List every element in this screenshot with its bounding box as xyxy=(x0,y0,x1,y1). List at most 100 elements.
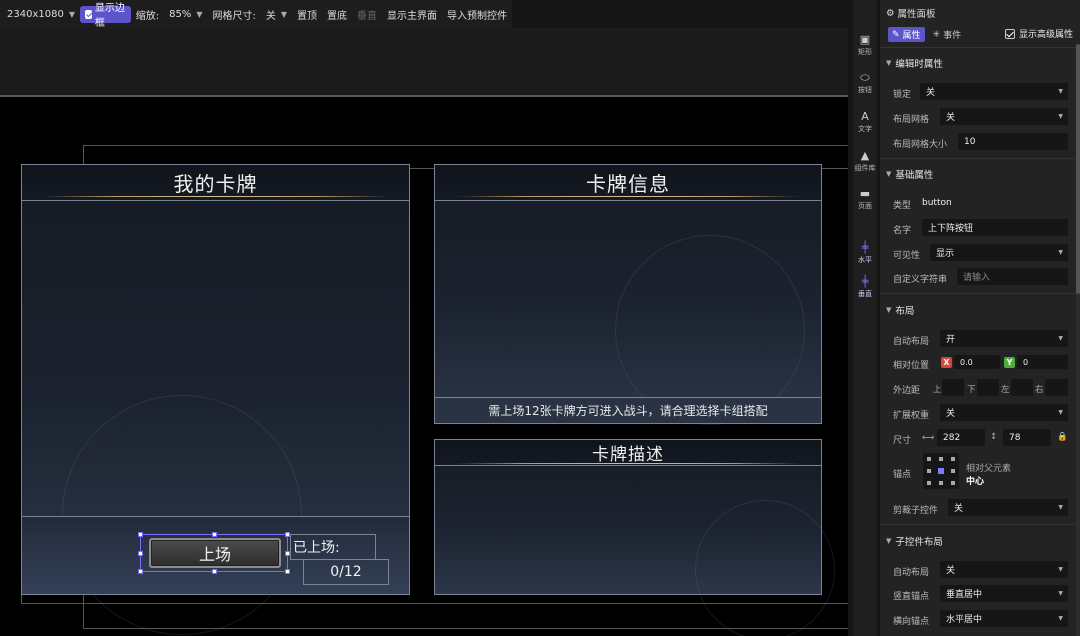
visibility-select[interactable]: 显示 xyxy=(930,244,1068,261)
clip-children-value: 关 xyxy=(954,504,964,514)
gold-divider xyxy=(42,196,389,197)
tab-properties[interactable]: ✎ 属性 xyxy=(888,27,925,42)
anchor-dot[interactable] xyxy=(951,469,955,473)
resize-handle[interactable] xyxy=(285,569,290,574)
h-anchor-label: 横向锚点 xyxy=(893,617,930,627)
anchor-dot[interactable] xyxy=(939,457,943,461)
section-edit-props[interactable]: ▼ 编辑时属性 xyxy=(886,56,943,70)
props-header-title: 属性面板 xyxy=(897,9,936,20)
tool-page[interactable]: ▬ 页面 xyxy=(853,188,877,211)
card-info-panel[interactable]: 卡牌信息 需上场12张卡牌方可进入战斗，请合理选择卡组搭配 xyxy=(434,164,822,425)
horizontal-icon: ╪ xyxy=(861,241,869,254)
resize-handle[interactable] xyxy=(138,551,143,556)
gold-divider xyxy=(455,463,801,464)
tool-rect[interactable]: ▣ 矩形 xyxy=(853,34,877,57)
resize-handle[interactable] xyxy=(138,532,143,537)
edit-icon: ✎ xyxy=(892,29,900,40)
resize-handle[interactable] xyxy=(138,569,143,574)
lock-icon[interactable]: 🔒 xyxy=(1057,432,1068,442)
size-label: 尺寸 xyxy=(893,436,912,446)
rel-y-input[interactable]: 0 xyxy=(1017,355,1068,369)
show-border-label: 显示边框 xyxy=(94,3,125,29)
margin-bottom-input[interactable] xyxy=(977,379,999,396)
margin-right-input[interactable] xyxy=(1045,379,1068,396)
show-border-toggle[interactable]: 显示边框 xyxy=(79,3,131,29)
anchor-dot[interactable] xyxy=(927,481,931,485)
anchor-selector[interactable] xyxy=(923,453,959,489)
section-basic-props[interactable]: ▼ 基础属性 xyxy=(886,167,933,181)
resize-handle[interactable] xyxy=(212,569,217,574)
tool-label: 矩形 xyxy=(858,48,872,56)
custom-string-input[interactable]: 请输入 xyxy=(957,268,1068,285)
bring-to-top-button[interactable]: 置顶 xyxy=(292,4,322,24)
gear-icon: ⚙ xyxy=(886,7,895,19)
v-anchor-select[interactable]: 垂直居中 xyxy=(940,585,1068,602)
show-main-ui-button[interactable]: 显示主界面 xyxy=(382,4,442,24)
lock-select[interactable]: 关 xyxy=(920,83,1068,100)
tool-text[interactable]: A 文字 xyxy=(853,111,877,134)
margin-top-input[interactable] xyxy=(942,379,964,396)
grid-size-select[interactable]: 关 ▼ xyxy=(261,4,292,24)
name-input[interactable]: 上下阵按钮 xyxy=(922,219,1068,236)
caret-down-icon: ▼ xyxy=(886,59,892,67)
custom-string-label: 自定义字符串 xyxy=(893,275,948,285)
type-value: button xyxy=(922,198,952,208)
zoom-select[interactable]: 85% ▼ xyxy=(164,4,207,24)
design-canvas[interactable]: 我的卡牌 上场 已上场: 0/12 卡牌信息 需上场12张卡牌方可进入战斗，请合… xyxy=(0,97,848,636)
scrollbar-thumb[interactable] xyxy=(1076,44,1080,294)
grid-size-input[interactable]: 10 xyxy=(958,133,1068,150)
zoom-label: 缩放: xyxy=(135,10,160,22)
anchor-dot[interactable] xyxy=(939,481,943,485)
margin-label: 外边距 xyxy=(893,386,921,396)
section-title: 子控件布局 xyxy=(895,537,943,548)
margin-bottom-label: 下 xyxy=(967,385,976,395)
layout-grid-select[interactable]: 关 xyxy=(940,108,1068,125)
section-child-layout[interactable]: ▼ 子控件布局 xyxy=(886,534,943,548)
resolution-value: 2340x1080 xyxy=(7,8,64,20)
anchor-dot[interactable] xyxy=(951,457,955,461)
margin-left-input[interactable] xyxy=(1011,379,1033,396)
rel-x-input[interactable]: 0.0 xyxy=(954,355,1000,369)
tab-events[interactable]: ✳ 事件 xyxy=(929,27,966,42)
anchor-value: 中心 xyxy=(966,477,985,487)
card-desc-panel[interactable]: 卡牌描述 xyxy=(434,439,835,636)
tool-horizontal[interactable]: ╪ 水平 xyxy=(853,242,877,265)
name-label: 名字 xyxy=(893,226,912,236)
vertical-button[interactable]: 垂直 xyxy=(352,4,382,24)
auto-layout-label: 自动布局 xyxy=(893,337,930,347)
custom-string-placeholder: 请输入 xyxy=(963,273,991,283)
play-button[interactable]: 上场 xyxy=(149,538,281,568)
anchor-dot[interactable] xyxy=(927,457,931,461)
anchor-relative-label: 相对父元素 xyxy=(966,464,1012,474)
caret-down-icon: ▼ xyxy=(886,170,892,178)
resize-handle[interactable] xyxy=(212,532,217,537)
size-width-value: 282 xyxy=(943,432,961,443)
button-icon: ⬭ xyxy=(860,71,870,84)
tool-component-lib[interactable]: ▲ 组件库 xyxy=(853,150,877,173)
expand-weight-select[interactable]: 关 xyxy=(940,404,1068,421)
on-field-count[interactable]: 0/12 xyxy=(303,559,389,585)
auto-layout-select[interactable]: 开 xyxy=(940,330,1068,347)
anchor-dot[interactable] xyxy=(951,481,955,485)
my-cards-panel[interactable]: 我的卡牌 xyxy=(21,164,410,635)
clip-children-select[interactable]: 关 xyxy=(948,499,1068,516)
resolution-select[interactable]: 2340x1080 ▼ xyxy=(2,4,80,24)
tool-vertical[interactable]: ╪ 垂直 xyxy=(853,276,877,299)
anchor-dot-center[interactable] xyxy=(938,468,944,474)
section-layout[interactable]: ▼ 布局 xyxy=(886,303,914,317)
h-anchor-select[interactable]: 水平居中 xyxy=(940,610,1068,627)
show-advanced-label: 显示高级属性 xyxy=(1019,30,1074,40)
anchor-dot[interactable] xyxy=(927,469,931,473)
send-to-bottom-button[interactable]: 置底 xyxy=(322,4,352,24)
props-scrollbar[interactable] xyxy=(1076,44,1080,636)
import-prefab-button[interactable]: 导入预制控件 xyxy=(442,4,512,24)
play-button-selection[interactable]: 上场 xyxy=(138,532,290,574)
size-height-input[interactable]: 78 xyxy=(1003,429,1051,446)
on-field-label[interactable]: 已上场: xyxy=(290,534,376,560)
canvas-ruler-area xyxy=(0,28,848,96)
show-advanced-checkbox[interactable]: 显示高级属性 xyxy=(1005,27,1073,40)
tool-label: 水平 xyxy=(858,256,872,264)
tool-button[interactable]: ⬭ 按钮 xyxy=(853,72,877,95)
size-width-input[interactable]: 282 xyxy=(937,429,985,446)
child-auto-layout-select[interactable]: 关 xyxy=(940,561,1068,578)
